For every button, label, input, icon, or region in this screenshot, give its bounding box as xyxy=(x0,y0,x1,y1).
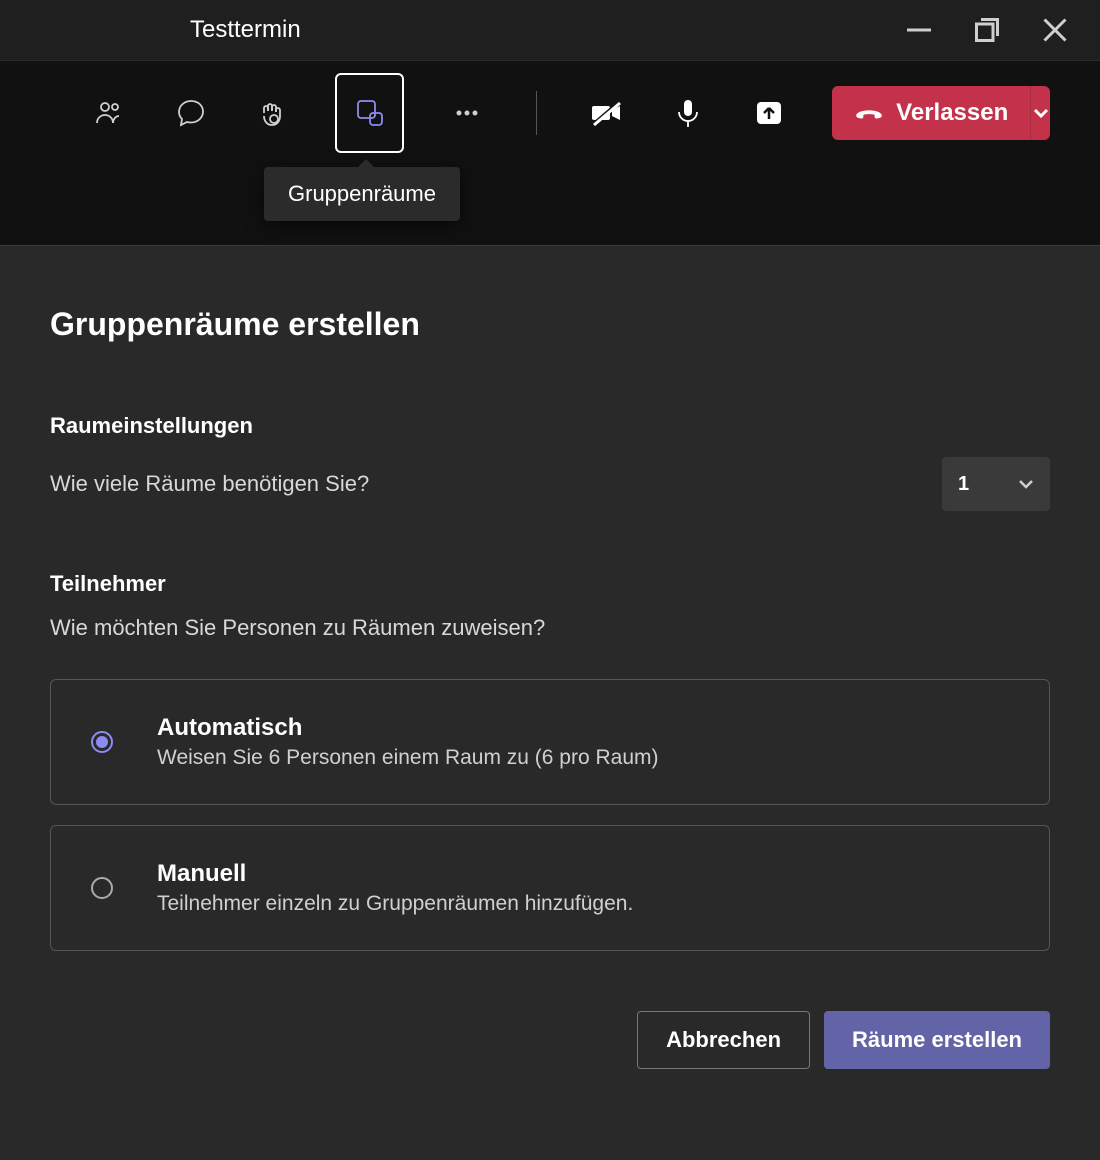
participants-question: Wie möchten Sie Personen zu Räumen zuwei… xyxy=(50,615,1050,641)
meeting-toolbar: Verlassen Gruppenräume xyxy=(0,60,1100,165)
leave-button-group: Verlassen xyxy=(832,86,1050,140)
option-manual-text: Manuell Teilnehmer einzeln zu Gruppenräu… xyxy=(157,860,633,916)
leave-label: Verlassen xyxy=(896,99,1008,127)
room-count-select[interactable]: 1 xyxy=(942,457,1050,511)
rooms-section-label: Raumeinstellungen xyxy=(50,413,1050,439)
option-manual-title: Manuell xyxy=(157,860,633,888)
camera-off-button[interactable] xyxy=(587,91,625,135)
option-automatic-title: Automatisch xyxy=(157,714,659,742)
option-automatic-text: Automatisch Weisen Sie 6 Personen einem … xyxy=(157,714,659,770)
panel-actions: Abbrechen Räume erstellen xyxy=(50,1011,1050,1069)
option-automatic[interactable]: Automatisch Weisen Sie 6 Personen einem … xyxy=(50,679,1050,805)
leave-dropdown-button[interactable] xyxy=(1030,86,1050,140)
participants-section-label: Teilnehmer xyxy=(50,571,1050,597)
create-rooms-button[interactable]: Räume erstellen xyxy=(824,1011,1050,1069)
toolbar-divider xyxy=(536,91,537,135)
leave-button[interactable]: Verlassen xyxy=(832,86,1030,140)
participants-section: Teilnehmer Wie möchten Sie Personen zu R… xyxy=(50,571,1050,951)
window-controls xyxy=(904,15,1100,45)
chat-button[interactable] xyxy=(172,91,210,135)
radio-manual[interactable] xyxy=(91,877,113,899)
window-title: Testtermin xyxy=(190,16,301,44)
titlebar: Testtermin xyxy=(0,0,1100,60)
hangup-icon xyxy=(854,98,884,128)
maximize-button[interactable] xyxy=(972,15,1002,45)
rooms-question: Wie viele Räume benötigen Sie? xyxy=(50,471,369,497)
reactions-button[interactable] xyxy=(253,91,291,135)
close-button[interactable] xyxy=(1040,15,1070,45)
minimize-button[interactable] xyxy=(904,15,934,45)
microphone-button[interactable] xyxy=(669,91,707,135)
option-manual-subtitle: Teilnehmer einzeln zu Gruppenräumen hinz… xyxy=(157,892,633,916)
participants-button[interactable] xyxy=(90,91,128,135)
option-automatic-subtitle: Weisen Sie 6 Personen einem Raum zu (6 p… xyxy=(157,746,659,770)
room-count-value: 1 xyxy=(958,473,969,496)
radio-automatic[interactable] xyxy=(91,731,113,753)
breakout-rooms-button[interactable] xyxy=(335,73,404,153)
option-manual[interactable]: Manuell Teilnehmer einzeln zu Gruppenräu… xyxy=(50,825,1050,951)
more-options-button[interactable] xyxy=(448,91,486,135)
cancel-button[interactable]: Abbrechen xyxy=(637,1011,810,1069)
chevron-down-icon xyxy=(1033,105,1049,121)
tooltip-breakout-rooms: Gruppenräume xyxy=(264,167,460,221)
share-content-button[interactable] xyxy=(750,91,788,135)
breakout-rooms-panel: Gruppenräume erstellen Raumeinstellungen… xyxy=(0,245,1100,1160)
chevron-down-icon xyxy=(1018,476,1034,492)
rooms-count-row: Wie viele Räume benötigen Sie? 1 xyxy=(50,457,1050,511)
meeting-stage xyxy=(0,165,1100,245)
panel-title: Gruppenräume erstellen xyxy=(50,306,1050,343)
